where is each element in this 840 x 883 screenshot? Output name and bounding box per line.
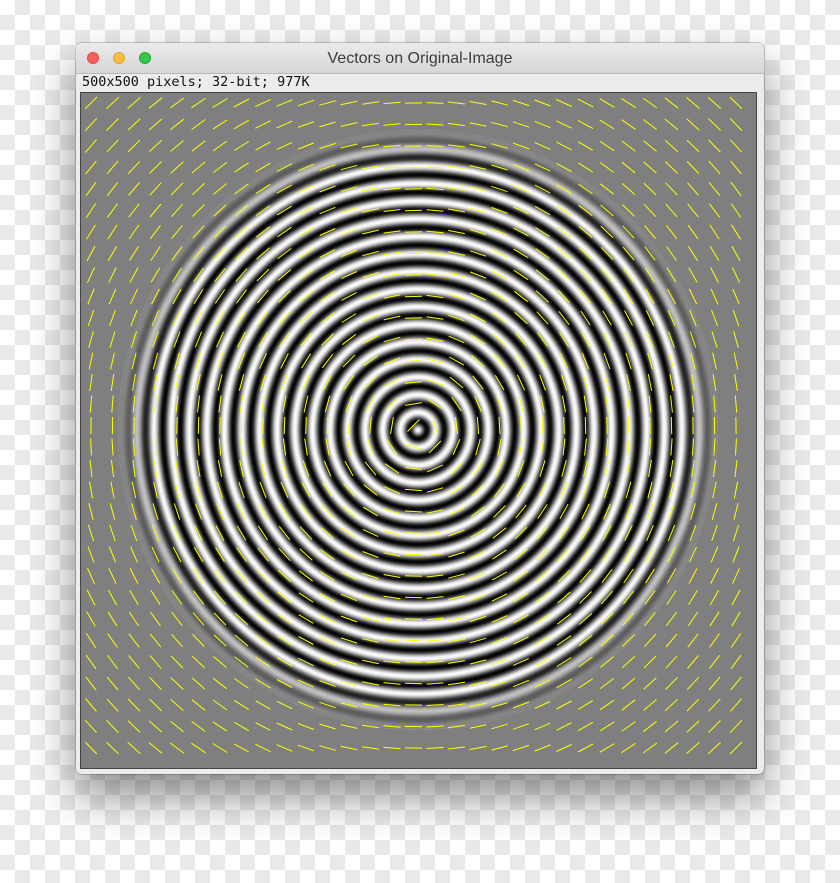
vector-line (283, 416, 286, 435)
vector-line (563, 416, 565, 435)
vector-line (404, 317, 423, 319)
image-info-label: 500x500 pixels; 32-bit; 977K (82, 74, 310, 90)
vector-line (404, 553, 423, 556)
vector-line (541, 416, 544, 435)
vector-line (305, 416, 307, 435)
ring-edge-fade (118, 130, 718, 730)
window-title: Vectors on Original-Image (327, 50, 513, 67)
image-canvas[interactable] (80, 92, 757, 769)
vector-line (404, 575, 423, 577)
image-window: Vectors on Original-Image 500x500 pixels… (76, 43, 764, 774)
vector-field-image (81, 93, 756, 768)
vector-line (404, 295, 423, 298)
title-bar[interactable]: Vectors on Original-Image (76, 43, 764, 74)
